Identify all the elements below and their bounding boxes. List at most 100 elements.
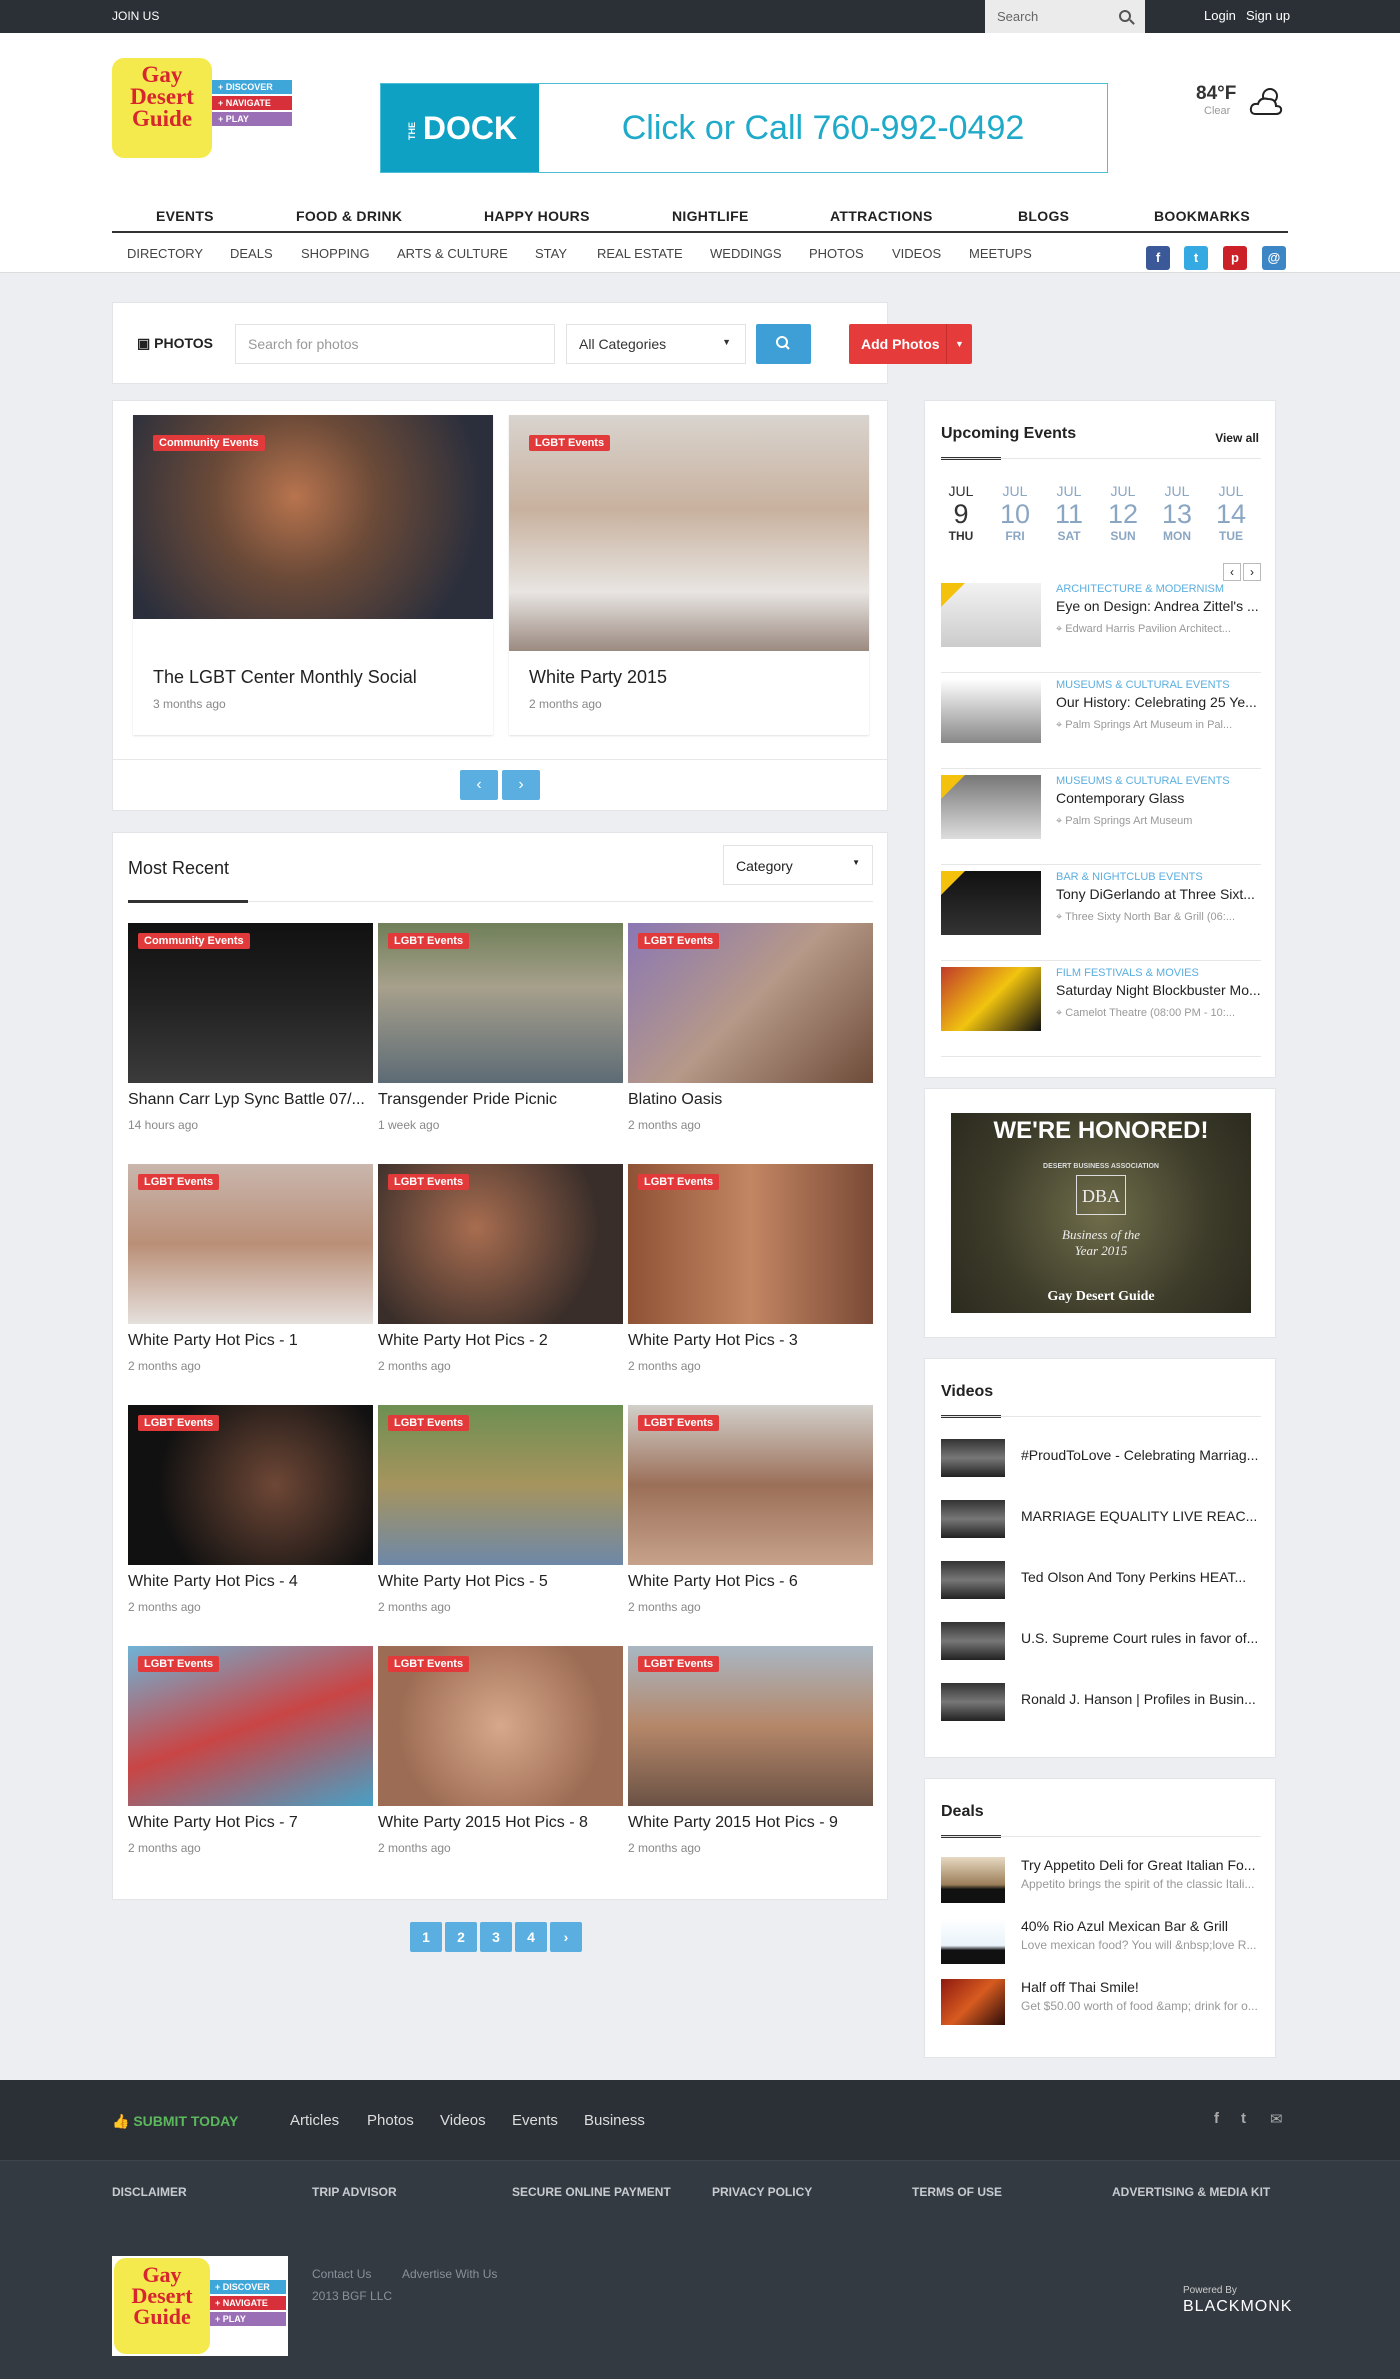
photo-title[interactable]: White Party Hot Pics - 2 xyxy=(378,1332,623,1350)
subnav-stay[interactable]: STAY xyxy=(535,246,567,261)
photo-tile[interactable]: LGBT Events White Party Hot Pics - 2 2 m… xyxy=(378,1164,623,1373)
award-image[interactable]: WE'RE HONORED! DESERT BUSINESS ASSOCIATI… xyxy=(951,1113,1251,1313)
carousel-prev-button[interactable]: ‹ xyxy=(460,770,498,800)
video-item[interactable]: #ProudToLove - Celebrating Marriag... xyxy=(941,1439,1261,1479)
page-1-button[interactable]: 1 xyxy=(410,1922,442,1952)
nav-events[interactable]: EVENTS xyxy=(156,208,214,224)
category-badge[interactable]: LGBT Events xyxy=(529,435,611,451)
photo-title[interactable]: White Party 2015 Hot Pics - 8 xyxy=(378,1814,623,1832)
event-thumbnail[interactable] xyxy=(941,967,1041,1031)
page-3-button[interactable]: 3 xyxy=(480,1922,512,1952)
view-all-link[interactable]: View all xyxy=(1215,431,1259,445)
featured-card[interactable]: Community Events The LGBT Center Monthly… xyxy=(133,415,493,735)
pinterest-icon[interactable]: p xyxy=(1223,246,1247,270)
subnav-real-estate[interactable]: REAL ESTATE xyxy=(597,246,683,261)
photo-search-input[interactable]: Search for photos xyxy=(235,324,555,364)
video-title[interactable]: U.S. Supreme Court rules in favor of... xyxy=(1021,1630,1261,1646)
subnav-directory[interactable]: DIRECTORY xyxy=(127,246,203,261)
nav-food-drink[interactable]: FOOD & DRINK xyxy=(296,208,402,224)
event-category[interactable]: FILM FESTIVALS & MOVIES xyxy=(1056,967,1199,979)
facebook-icon[interactable]: f xyxy=(1214,2110,1219,2127)
footer-advertising-kit[interactable]: ADVERTISING & MEDIA KIT xyxy=(1112,2185,1270,2199)
photo-thumbnail[interactable]: LGBT Events xyxy=(128,1164,373,1324)
event-name[interactable]: Tony DiGerlando at Three Sixt... xyxy=(1056,886,1266,902)
photo-search-button[interactable] xyxy=(756,324,811,364)
subnav-videos[interactable]: VIDEOS xyxy=(892,246,941,261)
calendar-day[interactable]: JUL 10 FRI xyxy=(995,483,1035,543)
login-link[interactable]: Login xyxy=(1204,8,1236,23)
category-badge[interactable]: LGBT Events xyxy=(638,1656,720,1672)
video-item[interactable]: MARRIAGE EQUALITY LIVE REAC... xyxy=(941,1500,1261,1540)
footer-logo[interactable]: Gay Desert Guide + DISCOVER + NAVIGATE + P… xyxy=(112,2256,288,2356)
photo-title[interactable]: Blatino Oasis xyxy=(628,1091,873,1109)
photo-tile[interactable]: LGBT Events Transgender Pride Picnic 1 w… xyxy=(378,923,623,1132)
deal-item[interactable]: Try Appetito Deli for Great Italian Fo..… xyxy=(941,1857,1261,1907)
footer-secure-payment[interactable]: SECURE ONLINE PAYMENT xyxy=(512,2185,671,2199)
featured-image[interactable]: Community Events xyxy=(133,415,493,619)
event-thumbnail[interactable] xyxy=(941,679,1041,743)
calendar-day[interactable]: JUL 9 THU xyxy=(941,483,981,543)
deal-thumbnail[interactable] xyxy=(941,1979,1005,2025)
deal-title[interactable]: 40% Rio Azul Mexican Bar & Grill xyxy=(1021,1918,1261,1934)
nav-happy-hours[interactable]: HAPPY HOURS xyxy=(484,208,590,224)
advertise-link[interactable]: Advertise With Us xyxy=(402,2267,497,2281)
featured-title[interactable]: The LGBT Center Monthly Social xyxy=(153,667,417,688)
video-title[interactable]: MARRIAGE EQUALITY LIVE REAC... xyxy=(1021,1508,1261,1524)
category-badge[interactable]: LGBT Events xyxy=(138,1174,220,1190)
caret-down-icon[interactable]: ▼ xyxy=(946,324,972,364)
footer-disclaimer[interactable]: DISCLAIMER xyxy=(112,2185,187,2199)
category-badge[interactable]: LGBT Events xyxy=(638,933,720,949)
calendar-day[interactable]: JUL 14 TUE xyxy=(1211,483,1251,543)
photo-thumbnail[interactable]: LGBT Events xyxy=(128,1646,373,1806)
photo-title[interactable]: White Party Hot Pics - 1 xyxy=(128,1332,373,1350)
footer-link-events[interactable]: Events xyxy=(512,2112,558,2129)
add-photos-button[interactable]: Add Photos ▼ xyxy=(849,324,972,364)
subnav-weddings[interactable]: WEDDINGS xyxy=(710,246,782,261)
page-4-button[interactable]: 4 xyxy=(515,1922,547,1952)
photo-tile[interactable]: LGBT Events White Party Hot Pics - 5 2 m… xyxy=(378,1405,623,1614)
event-name[interactable]: Eye on Design: Andrea Zittel's ... xyxy=(1056,598,1266,614)
blackmonk-logo[interactable]: BLACKMONK xyxy=(1183,2298,1292,2316)
photo-tile[interactable]: Community Events Shann Carr Lyp Sync Bat… xyxy=(128,923,373,1132)
photo-thumbnail[interactable]: LGBT Events xyxy=(128,1405,373,1565)
days-next-button[interactable]: › xyxy=(1243,563,1261,581)
category-badge[interactable]: LGBT Events xyxy=(638,1174,720,1190)
deal-item[interactable]: 40% Rio Azul Mexican Bar & Grill Love me… xyxy=(941,1918,1261,1968)
subnav-shopping[interactable]: SHOPPING xyxy=(301,246,370,261)
footer-link-photos[interactable]: Photos xyxy=(367,2112,414,2129)
event-category[interactable]: MUSEUMS & CULTURAL EVENTS xyxy=(1056,679,1230,691)
featured-card[interactable]: LGBT Events White Party 2015 2 months ag… xyxy=(509,415,869,735)
event-item[interactable]: FILM FESTIVALS & MOVIES Saturday Night B… xyxy=(941,967,1261,1057)
deal-item[interactable]: Half off Thai Smile! Get $50.00 worth of… xyxy=(941,1979,1261,2029)
photo-thumbnail[interactable]: LGBT Events xyxy=(378,1405,623,1565)
video-item[interactable]: Ted Olson And Tony Perkins HEAT... xyxy=(941,1561,1261,1601)
category-select[interactable]: All Categories ▼ xyxy=(566,324,746,364)
photo-tile[interactable]: LGBT Events White Party Hot Pics - 4 2 m… xyxy=(128,1405,373,1614)
event-name[interactable]: Saturday Night Blockbuster Mo... xyxy=(1056,982,1266,998)
nav-bookmarks[interactable]: BOOKMARKS xyxy=(1154,208,1250,224)
event-item[interactable]: ARCHITECTURE & MODERNISM Eye on Design: … xyxy=(941,583,1261,673)
signup-link[interactable]: Sign up xyxy=(1246,8,1290,23)
deal-title[interactable]: Half off Thai Smile! xyxy=(1021,1979,1261,1995)
photo-title[interactable]: White Party Hot Pics - 4 xyxy=(128,1573,373,1591)
footer-trip-advisor[interactable]: TRIP ADVISOR xyxy=(312,2185,397,2199)
photo-title[interactable]: White Party Hot Pics - 6 xyxy=(628,1573,873,1591)
subnav-arts-culture[interactable]: ARTS & CULTURE xyxy=(397,246,508,261)
deal-thumbnail[interactable] xyxy=(941,1857,1005,1903)
photo-thumbnail[interactable]: LGBT Events xyxy=(378,923,623,1083)
site-logo[interactable]: Gay Desert Guide + DISCOVER + NAVIGATE + P… xyxy=(112,58,292,158)
video-thumbnail[interactable] xyxy=(941,1561,1005,1599)
event-item[interactable]: BAR & NIGHTCLUB EVENTS Tony DiGerlando a… xyxy=(941,871,1261,961)
event-category[interactable]: MUSEUMS & CULTURAL EVENTS xyxy=(1056,775,1230,787)
photo-thumbnail[interactable]: LGBT Events xyxy=(628,1405,873,1565)
photo-title[interactable]: Shann Carr Lyp Sync Battle 07/... xyxy=(128,1091,373,1109)
photo-title[interactable]: Transgender Pride Picnic xyxy=(378,1091,623,1109)
category-badge[interactable]: LGBT Events xyxy=(138,1415,220,1431)
video-thumbnail[interactable] xyxy=(941,1622,1005,1660)
photo-thumbnail[interactable]: LGBT Events xyxy=(628,1164,873,1324)
mail-icon[interactable]: ✉ xyxy=(1270,2110,1283,2128)
video-item[interactable]: Ronald J. Hanson | Profiles in Busin... xyxy=(941,1683,1261,1723)
category-badge[interactable]: LGBT Events xyxy=(638,1415,720,1431)
photo-tile[interactable]: LGBT Events White Party 2015 Hot Pics - … xyxy=(628,1646,873,1855)
twitter-icon[interactable]: t xyxy=(1184,246,1208,270)
